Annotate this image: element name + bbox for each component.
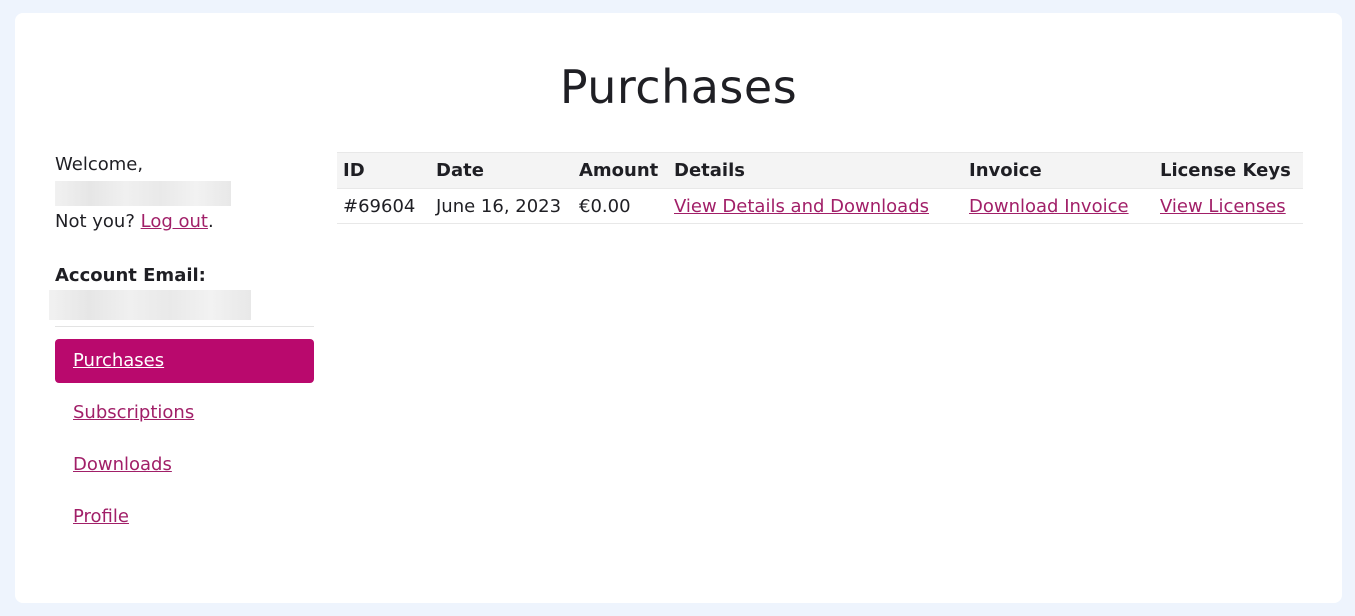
main-card: Purchases Welcome, Not you? Log out. Acc… (15, 13, 1342, 603)
header-invoice: Invoice (963, 152, 1154, 189)
view-licenses-link[interactable]: View Licenses (1160, 196, 1286, 217)
view-details-link[interactable]: View Details and Downloads (674, 196, 929, 217)
not-you-suffix: . (207, 211, 214, 232)
account-sidebar: Welcome, Not you? Log out. Account Email… (49, 153, 314, 547)
redacted-email (49, 290, 251, 320)
cell-order-id: #69604 (337, 188, 430, 224)
sidebar-item-downloads[interactable]: Downloads (55, 443, 314, 487)
header-date: Date (430, 152, 573, 189)
cell-order-amount: €0.00 (573, 188, 668, 224)
redacted-username (55, 181, 231, 206)
not-you-prefix: Not you? (55, 211, 141, 232)
page-title: Purchases (559, 60, 798, 114)
logout-link[interactable]: Log out (141, 211, 208, 232)
cell-invoice: Download Invoice (963, 188, 1154, 224)
account-email-label: Account Email: (55, 265, 206, 286)
header-id: ID (337, 152, 430, 189)
header-amount: Amount (573, 152, 668, 189)
welcome-text: Welcome, (55, 154, 144, 175)
purchases-table: ID Date Amount Details Invoice License K… (337, 152, 1303, 224)
sidebar-divider (55, 326, 314, 327)
cell-order-date: June 16, 2023 (430, 188, 573, 224)
table-row: #69604 June 16, 2023 €0.00 View Details … (337, 188, 1303, 224)
table-header-row: ID Date Amount Details Invoice License K… (337, 152, 1303, 189)
sidebar-item-purchases[interactable]: Purchases (55, 339, 314, 383)
purchases-table-container: ID Date Amount Details Invoice License K… (337, 152, 1303, 224)
cell-details: View Details and Downloads (668, 188, 963, 224)
sidebar-item-subscriptions[interactable]: Subscriptions (55, 391, 314, 435)
header-details: Details (668, 152, 963, 189)
sidebar-item-profile[interactable]: Profile (55, 495, 314, 539)
not-you-text: Not you? Log out. (55, 210, 314, 234)
cell-license: View Licenses (1154, 188, 1303, 224)
download-invoice-link[interactable]: Download Invoice (969, 196, 1129, 217)
header-license-keys: License Keys (1154, 152, 1303, 189)
